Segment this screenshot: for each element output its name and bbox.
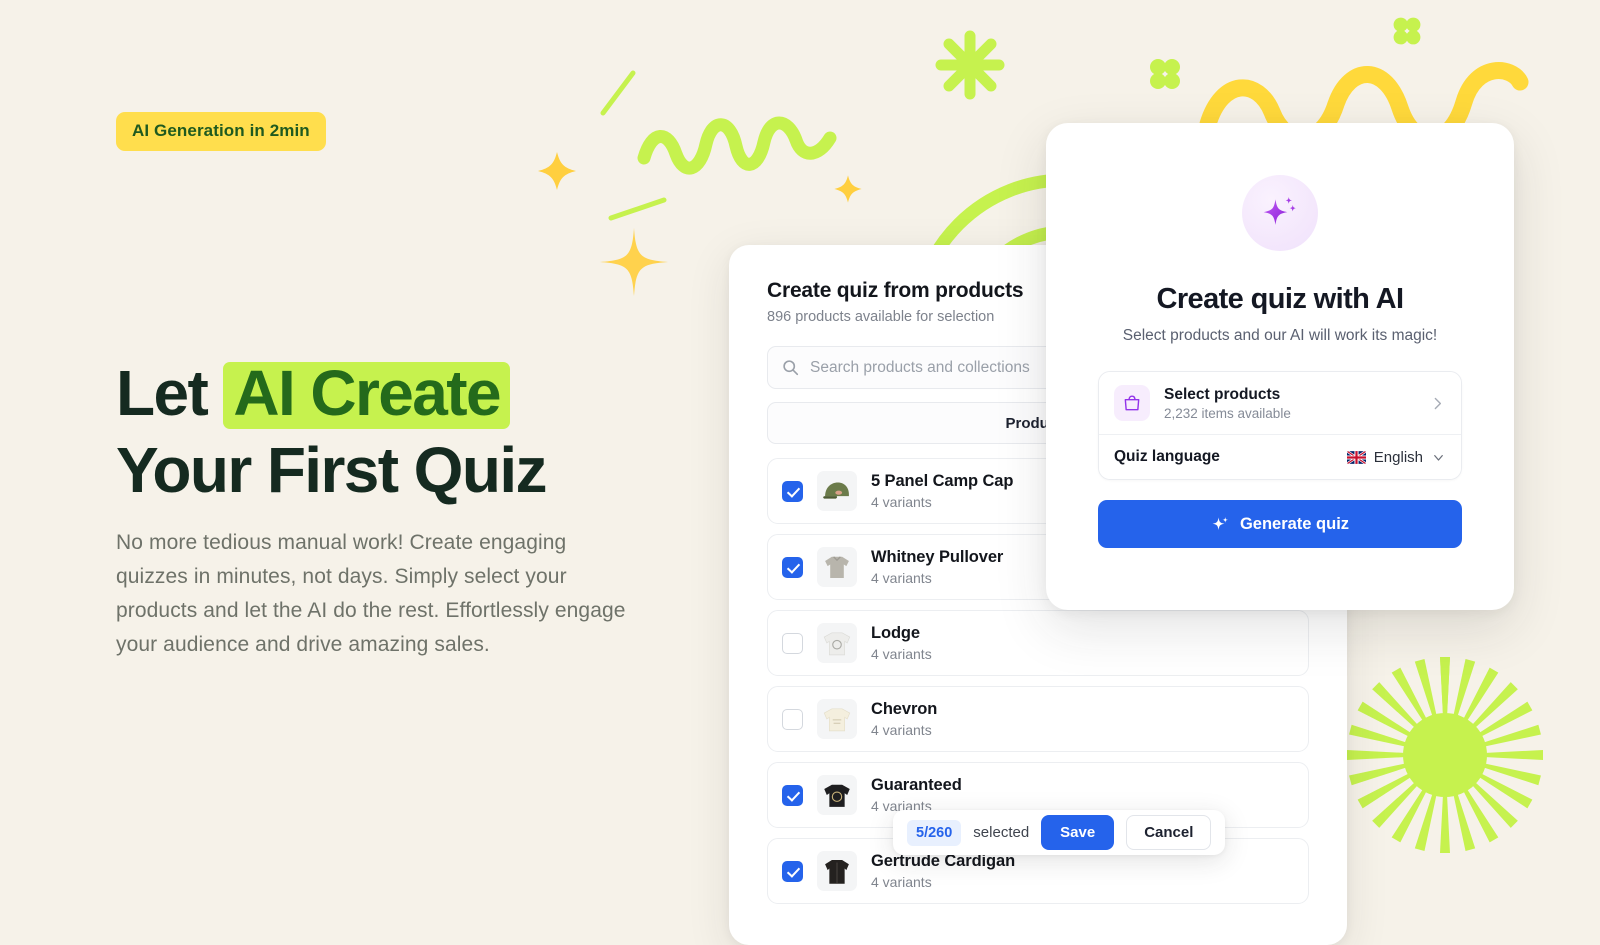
product-name: Whitney Pullover: [871, 548, 1004, 566]
page-root: AI Generation in 2min Let AI Create Your…: [0, 0, 1600, 945]
product-variants: 4 variants: [871, 646, 932, 662]
sparkle-star-decoration: [600, 228, 668, 296]
row-checkbox[interactable]: [782, 632, 803, 654]
lime-squiggle-decoration: [637, 116, 837, 175]
pullover-icon: [825, 556, 849, 579]
diagonal-line-decoration-1: [600, 70, 636, 116]
product-thumbnail: [817, 623, 857, 663]
star-decoration-2: [834, 175, 862, 203]
product-thumbnail: [817, 775, 857, 815]
chevron-right-icon: [1434, 397, 1442, 409]
ai-options-group: Select products 2,232 items available Qu…: [1098, 371, 1462, 480]
product-thumbnail: [817, 699, 857, 739]
product-variants: 4 variants: [871, 874, 932, 890]
product-thumbnail: [817, 471, 857, 511]
selection-count-badge: 5/260: [907, 819, 962, 846]
row-checkbox[interactable]: [782, 708, 803, 730]
generate-quiz-button[interactable]: Generate quiz: [1098, 500, 1462, 548]
ai-icon-badge: [1242, 175, 1318, 251]
quiz-language-value: English: [1373, 448, 1423, 466]
product-variants: 4 variants: [871, 494, 932, 510]
search-placeholder: Search products and collections: [810, 358, 1030, 376]
cardigan-icon: [825, 859, 849, 884]
select-products-subtitle: 2,232 items available: [1164, 405, 1291, 421]
selection-bar: 5/260 selected Save Cancel: [893, 810, 1226, 855]
shopping-bag-icon-wrap: [1114, 385, 1150, 421]
product-name: Lodge: [871, 624, 920, 642]
tshirt-icon: [823, 708, 851, 732]
row-checkbox[interactable]: [782, 860, 803, 882]
product-variants: 4 variants: [871, 722, 932, 738]
hero-badge: AI Generation in 2min: [116, 112, 326, 151]
table-row[interactable]: Lodge 4 variants: [767, 610, 1309, 676]
generate-quiz-label: Generate quiz: [1239, 514, 1350, 533]
sparkle-icon: [1212, 516, 1228, 530]
shopping-bag-icon: [1124, 395, 1140, 411]
tshirt-icon: [823, 632, 851, 656]
uk-flag-icon: [1346, 450, 1366, 464]
star-decoration-1: [538, 152, 576, 190]
headline-part-2: Your First Quiz: [116, 433, 548, 506]
ai-modal-title: Create quiz with AI: [1156, 283, 1405, 315]
product-thumbnail: [817, 851, 857, 891]
ai-modal-subtitle: Select products and our AI will work its…: [1122, 327, 1438, 344]
select-products-title: Select products: [1164, 385, 1281, 403]
row-checkbox[interactable]: [782, 556, 803, 578]
product-name: Chevron: [871, 700, 938, 718]
clover-decoration-2: [1393, 17, 1421, 45]
yellow-wave-decoration: [1199, 62, 1529, 148]
row-checkbox[interactable]: [782, 784, 803, 806]
search-icon: [783, 360, 799, 376]
table-row[interactable]: Chevron 4 variants: [767, 686, 1309, 752]
clover-decoration-1: [1150, 59, 1180, 89]
product-name: Guaranteed: [871, 776, 962, 794]
headline-part-1: Let: [116, 357, 209, 429]
product-name: 5 Panel Camp Cap: [871, 472, 1014, 490]
quiz-language-label: Quiz language: [1114, 448, 1220, 465]
cancel-button[interactable]: Cancel: [1126, 815, 1212, 850]
diagonal-line-decoration-2: [608, 197, 667, 221]
page-title: Let AI Create Your First Quiz: [116, 361, 548, 506]
hero-paragraph: No more tedious manual work! Create enga…: [116, 531, 626, 657]
product-variants: 4 variants: [871, 570, 932, 586]
tshirt-icon: [824, 784, 850, 807]
sparkle-icon: [1263, 196, 1296, 225]
row-checkbox[interactable]: [782, 480, 803, 502]
cap-icon: [823, 482, 849, 499]
chevron-down-icon: [1434, 454, 1443, 461]
quiz-language-row[interactable]: Quiz language English: [1099, 434, 1461, 479]
quiz-language-value-group: English: [1346, 448, 1446, 466]
product-thumbnail: [817, 547, 857, 587]
selection-label: selected: [973, 824, 1030, 841]
ai-modal: Create quiz with AI Select products and …: [1046, 123, 1514, 610]
starburst-decoration: [1347, 657, 1543, 853]
save-button[interactable]: Save: [1041, 815, 1115, 850]
asterisk-decoration: [935, 30, 1005, 100]
headline-highlight: AI Create: [223, 361, 510, 429]
select-products-row[interactable]: Select products 2,232 items available: [1099, 372, 1461, 434]
